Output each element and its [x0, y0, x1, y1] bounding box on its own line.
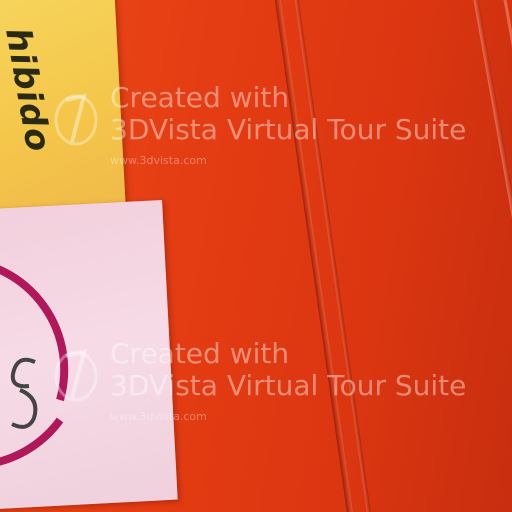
watermark-line1: Created with	[110, 337, 290, 370]
watermark-line2: 3DVista Virtual Tour Suite	[110, 113, 467, 146]
photo-scene: hibido	[0, 0, 512, 512]
symbol-glyph	[10, 357, 38, 429]
prohibition-ring-arc	[0, 417, 64, 466]
watermark-line1: Created with	[110, 81, 290, 114]
watermark-url: www.3dvista.com	[110, 410, 207, 423]
3dvista-logo-icon	[54, 93, 98, 146]
watermark-url: www.3dvista.com	[110, 154, 207, 167]
watermark-line2: 3DVista Virtual Tour Suite	[110, 369, 467, 402]
3dvista-logo-icon	[54, 349, 98, 402]
